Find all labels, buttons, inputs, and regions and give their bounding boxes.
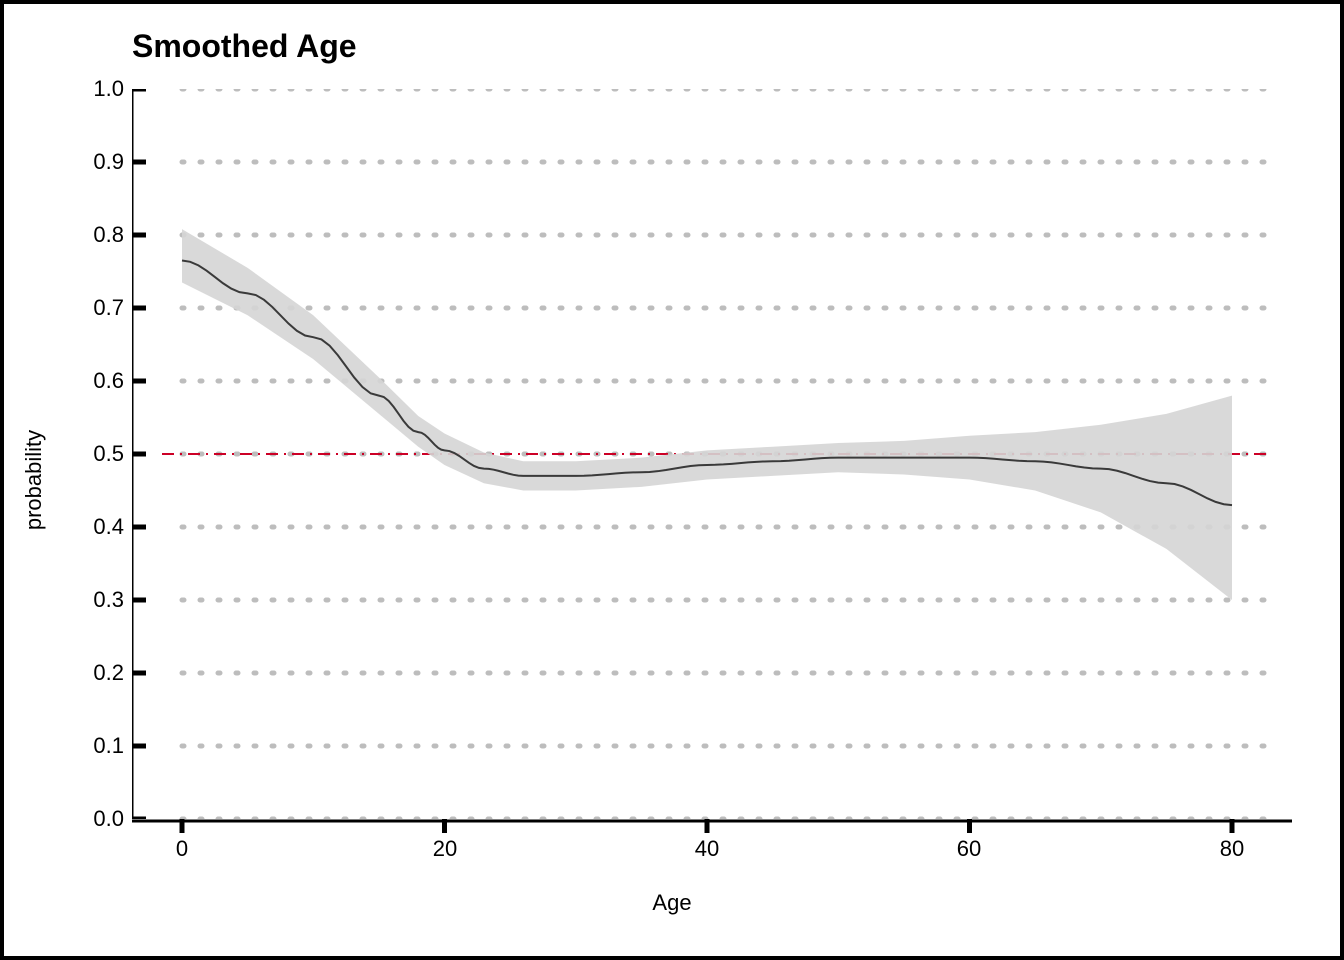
y-tick-label: 1.0 [64, 76, 124, 102]
confidence-ribbon [182, 229, 1232, 600]
x-axis [122, 819, 1322, 859]
y-tick-label: 0.3 [64, 587, 124, 613]
y-tick-label: 0.9 [64, 149, 124, 175]
chart-frame: Smoothed Age probability 1.0 0.9 0.8 0.7… [0, 0, 1344, 960]
y-tick-label: 0.0 [64, 806, 124, 832]
chart-title: Smoothed Age [132, 28, 357, 65]
y-tick-label: 0.1 [64, 733, 124, 759]
y-tick-label: 0.4 [64, 514, 124, 540]
plot-area [132, 89, 1282, 819]
y-tick-label: 0.2 [64, 660, 124, 686]
y-axis-label: probability [21, 430, 47, 530]
y-tick-label: 0.5 [64, 441, 124, 467]
y-tick-label: 0.7 [64, 295, 124, 321]
plot-svg [132, 89, 1282, 819]
y-tick-label: 0.6 [64, 368, 124, 394]
x-axis-label: Age [4, 890, 1340, 916]
y-tick-label: 0.8 [64, 222, 124, 248]
